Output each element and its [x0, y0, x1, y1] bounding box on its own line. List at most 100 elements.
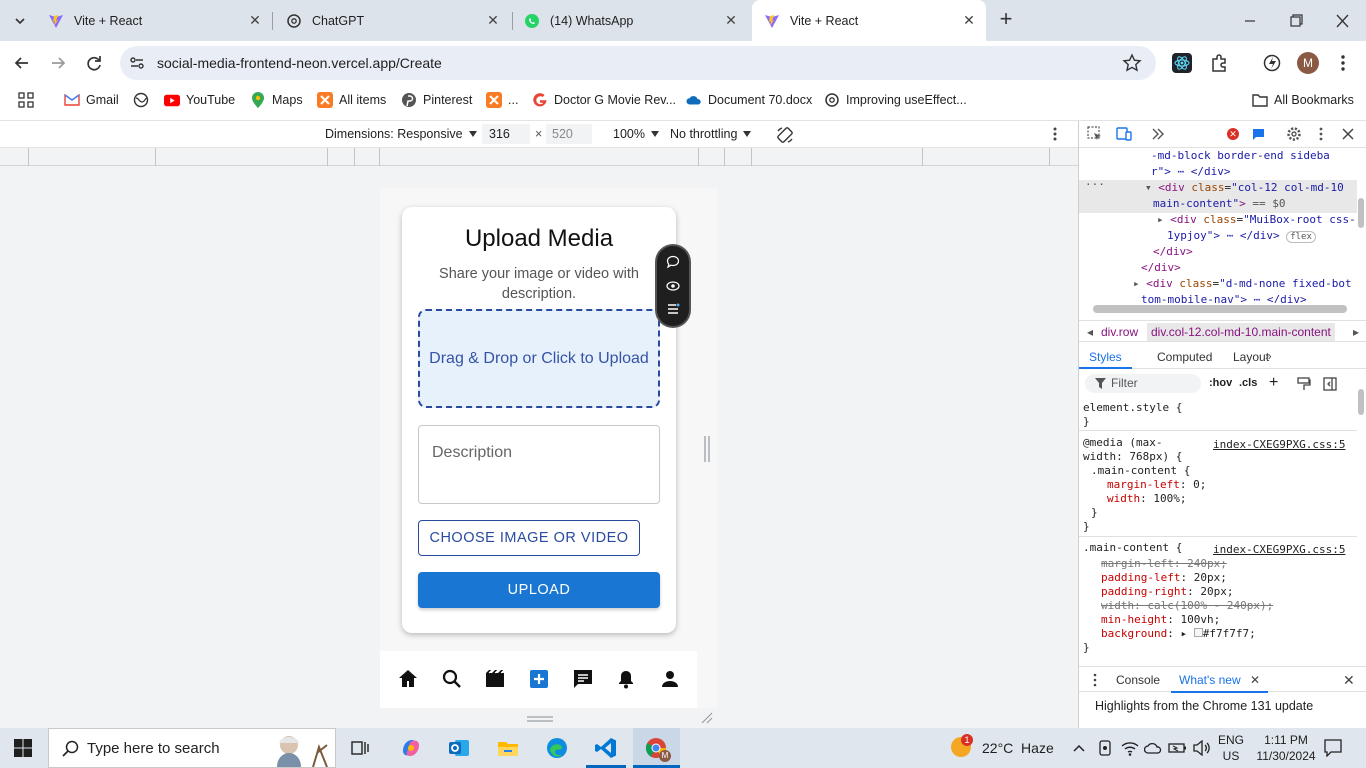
devtools-menu-icon[interactable] — [1317, 126, 1325, 142]
width-input[interactable]: 316 — [482, 124, 530, 144]
movie-icon[interactable] — [484, 668, 506, 690]
resize-handle-bottom[interactable] — [527, 716, 553, 722]
file-explorer-icon[interactable] — [496, 736, 520, 760]
tab-close-icon[interactable]: ✕ — [486, 13, 500, 27]
all-bookmarks-button[interactable]: All Bookmarks — [1252, 91, 1354, 109]
extension-react-icon[interactable] — [1172, 53, 1192, 73]
windows-start-icon[interactable] — [14, 739, 32, 757]
upload-button[interactable]: UPLOAD — [418, 572, 660, 608]
throttling-dropdown[interactable]: No throttling — [670, 127, 752, 141]
horizontal-scrollbar[interactable] — [1093, 305, 1347, 313]
tab-close-icon[interactable]: ✕ — [248, 13, 262, 27]
tab-close-icon[interactable]: ✕ — [724, 13, 738, 27]
address-bar[interactable]: social-media-frontend-neon.vercel.app/Cr… — [120, 46, 1156, 80]
bookmark-all-items[interactable]: All items — [317, 91, 386, 109]
site-info-icon[interactable] — [128, 54, 146, 72]
close-window-button[interactable] — [1324, 12, 1360, 30]
settings-gear-icon[interactable] — [1286, 126, 1302, 142]
rotate-icon[interactable] — [775, 125, 795, 145]
weather-text[interactable]: 22°C Haze — [982, 740, 1054, 756]
add-box-icon[interactable] — [528, 668, 550, 690]
description-field[interactable]: Description — [418, 425, 660, 504]
flex-badge[interactable]: flex — [1286, 231, 1316, 243]
bookmark-xampp-more[interactable]: ... — [486, 91, 518, 109]
tab-layout[interactable]: Layout — [1233, 350, 1269, 364]
bookmark-doctor-g[interactable]: Doctor G Movie Rev... — [532, 91, 676, 109]
bookmark-pinterest[interactable]: Pinterest — [401, 91, 472, 109]
paint-icon[interactable] — [1297, 377, 1311, 391]
chrome-taskbar-icon[interactable]: M — [633, 728, 680, 768]
cls-toggle[interactable]: .cls — [1239, 377, 1257, 389]
error-count-icon[interactable]: ✕ — [1227, 128, 1239, 140]
bell-icon[interactable] — [615, 668, 637, 690]
eye-icon[interactable] — [665, 278, 681, 294]
dropzone[interactable]: Drag & Drop or Click to Upload — [418, 309, 660, 408]
battery-icon[interactable] — [1168, 741, 1188, 755]
bookmark-globe[interactable] — [133, 91, 155, 109]
restore-button[interactable] — [1278, 12, 1314, 30]
tab-search-button[interactable] — [8, 9, 32, 33]
tab-close-icon[interactable]: ✕ — [962, 13, 976, 27]
comment-icon[interactable] — [665, 254, 681, 270]
person-icon[interactable] — [659, 668, 681, 690]
elements-scrollbar[interactable] — [1358, 198, 1364, 228]
bookmark-improving-useeffect[interactable]: Improving useEffect... — [824, 91, 967, 109]
vscode-icon[interactable] — [594, 736, 618, 760]
weather-icon[interactable]: 1 — [951, 734, 973, 757]
bookmark-youtube[interactable]: YouTube — [164, 91, 235, 109]
search-icon[interactable] — [441, 668, 463, 690]
tab-vite-react-active[interactable]: Vite + React ✕ — [752, 0, 986, 41]
chat-icon[interactable] — [572, 668, 594, 690]
tab-chatgpt[interactable]: ChatGPT ✕ — [274, 0, 510, 41]
inspect-icon[interactable] — [1087, 126, 1103, 142]
edge-icon[interactable] — [545, 736, 569, 760]
copilot-icon[interactable] — [399, 736, 423, 760]
choose-media-button[interactable]: CHOOSE IMAGE OR VIDEO — [418, 520, 640, 556]
close-icon[interactable]: ✕ — [1250, 673, 1260, 687]
volume-icon[interactable] — [1193, 740, 1211, 756]
outlook-icon[interactable] — [447, 736, 471, 760]
list-icon[interactable] — [665, 301, 681, 317]
back-button[interactable] — [12, 53, 32, 73]
height-input[interactable]: 520 — [546, 124, 592, 144]
zoom-dropdown[interactable]: 100% — [613, 127, 659, 141]
bookmark-document-70[interactable]: Document 70.docx — [686, 91, 812, 109]
new-tab-button[interactable]: + — [994, 8, 1018, 32]
more-tabs-icon[interactable]: » — [1265, 349, 1272, 363]
add-rule-icon[interactable]: + — [1269, 374, 1278, 392]
bookmark-gmail[interactable]: Gmail — [64, 91, 119, 109]
issues-icon[interactable] — [1252, 128, 1265, 141]
onedrive-icon[interactable] — [1144, 741, 1162, 755]
meet-now-icon[interactable] — [1098, 740, 1112, 756]
bookmark-maps[interactable]: Maps — [250, 91, 303, 109]
wifi-icon[interactable] — [1121, 740, 1139, 756]
clock[interactable]: 1:11 PM 11/30/2024 — [1256, 732, 1316, 764]
more-tabs-icon[interactable] — [1151, 126, 1165, 142]
drawer-close-icon[interactable]: ✕ — [1343, 672, 1355, 689]
performance-icon[interactable] — [1262, 53, 1282, 73]
device-toggle-icon[interactable] — [1116, 126, 1132, 142]
tab-whats-new[interactable]: What's new ✕ — [1171, 667, 1269, 693]
dimensions-dropdown[interactable]: Dimensions: Responsive — [325, 127, 477, 141]
language-indicator[interactable]: ENG US — [1218, 732, 1244, 764]
home-icon[interactable] — [397, 668, 419, 690]
reload-button[interactable] — [84, 53, 104, 73]
extensions-puzzle-icon[interactable] — [1209, 53, 1229, 73]
filter-input[interactable]: Filter — [1085, 374, 1201, 393]
breadcrumb-item-active[interactable]: div.col-12.col-md-10.main-content — [1147, 323, 1335, 341]
resize-handle-corner[interactable] — [701, 712, 713, 724]
tab-styles[interactable]: Styles — [1079, 343, 1132, 369]
css-file-link[interactable]: index-CXEG9PXG.css:5 — [1213, 438, 1345, 452]
tab-computed[interactable]: Computed — [1157, 350, 1212, 364]
tab-console[interactable]: Console — [1116, 673, 1160, 687]
styles-scrollbar[interactable] — [1358, 389, 1364, 415]
minimize-button[interactable] — [1232, 12, 1268, 30]
profile-avatar[interactable]: M — [1297, 52, 1319, 74]
chevron-up-icon[interactable] — [1072, 741, 1086, 755]
tab-whatsapp[interactable]: (14) WhatsApp ✕ — [512, 0, 748, 41]
device-more-icon[interactable] — [1049, 126, 1061, 142]
bookmark-star-icon[interactable] — [1122, 53, 1142, 73]
css-file-link[interactable]: index-CXEG9PXG.css:5 — [1213, 543, 1345, 557]
task-view-icon[interactable] — [350, 738, 370, 758]
apps-grid-icon[interactable] — [18, 92, 34, 108]
